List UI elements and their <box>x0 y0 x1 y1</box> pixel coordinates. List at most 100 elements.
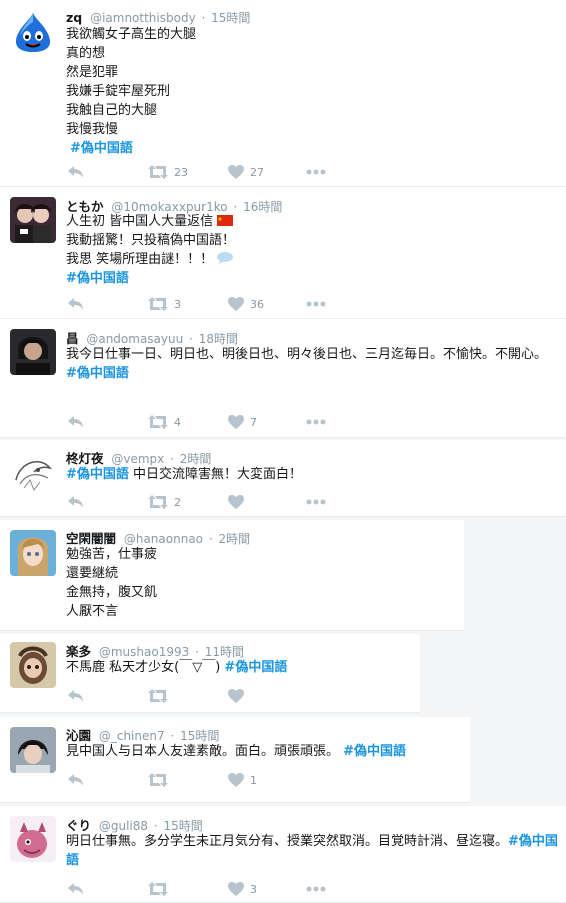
tweet-actions: 23 27 <box>66 162 366 182</box>
retweet-count: 4 <box>174 415 181 429</box>
user-handle[interactable]: @iamnotthisbody <box>90 11 196 25</box>
separator: · <box>189 332 193 346</box>
reply-icon <box>68 883 83 895</box>
user-name[interactable]: 昌 <box>66 331 79 346</box>
like-button[interactable]: 1 <box>228 770 257 790</box>
tweet-card[interactable]: 楽多 @mushao1993 · 11時間 不馬鹿 私天才少女(￣▽￣) #偽中… <box>0 634 420 713</box>
text-line: 不馬鹿 私天才少女(￣▽￣) #偽中国語 <box>66 658 408 677</box>
reply-button[interactable] <box>68 162 84 182</box>
more-button[interactable] <box>306 492 326 512</box>
timestamp[interactable]: 15時間 <box>211 11 250 25</box>
heart-icon <box>228 773 244 787</box>
tweet-actions: 4 7 <box>66 412 366 432</box>
user-handle[interactable]: @guli88 <box>99 819 148 833</box>
text-line: 人生初 皆中国人大量返信 <box>66 212 554 231</box>
retweet-button[interactable]: 3 <box>148 294 181 314</box>
retweet-button[interactable]: 4 <box>148 412 181 432</box>
user-name[interactable]: 沁園 <box>66 728 91 743</box>
text-line: 還要継続 <box>66 566 119 581</box>
tweet-card[interactable]: 昌 @andomasayuu · 18時間 我今日仕事一日、明日也、明後日也、明… <box>0 319 566 438</box>
tweet-card[interactable]: 沁園 @_chinen7 · 15時間 見中国人与日本人友達素敵。面白。頑張頑張… <box>0 717 470 803</box>
retweet-button[interactable]: 2 <box>148 492 181 512</box>
like-button[interactable]: 7 <box>228 412 257 432</box>
heart-icon <box>228 882 244 896</box>
more-button[interactable] <box>306 162 326 182</box>
text-line: 我触自己的大腿 <box>66 103 158 118</box>
hashtag-link[interactable]: #偽中国語 <box>224 660 287 675</box>
separator: · <box>195 645 199 659</box>
reply-button[interactable] <box>68 686 84 706</box>
tweet-card[interactable]: ともか @10mokaxxpur1ko · 16時間 人生初 皆中国人大量返信 … <box>0 187 566 319</box>
text-segment: 我思 笑場所理由謎！！！ <box>66 252 214 267</box>
tweet-feed: zq @iamnotthisbody · 15時間 我欲觸女子高生的大腿 真的想… <box>0 0 566 903</box>
avatar[interactable] <box>10 816 56 862</box>
user-handle[interactable]: @vempx <box>111 452 164 466</box>
retweet-count: 2 <box>174 495 181 509</box>
more-dots-icon <box>306 419 326 425</box>
timestamp[interactable]: 15時間 <box>164 819 203 833</box>
tweet-header: zq @iamnotthisbody · 15時間 <box>66 9 250 26</box>
timestamp[interactable]: 11時間 <box>205 645 244 659</box>
more-button[interactable] <box>306 412 326 432</box>
user-name[interactable]: 空閑闇闇 <box>66 531 116 546</box>
avatar[interactable] <box>10 530 56 576</box>
separator: · <box>170 452 174 466</box>
hashtag-link[interactable]: #偽中国語 <box>66 467 129 482</box>
avatar[interactable] <box>10 329 56 375</box>
hashtag-link[interactable]: #偽中国語 <box>66 139 554 158</box>
user-name[interactable]: 柊灯夜 <box>66 451 104 466</box>
avatar[interactable] <box>10 197 56 243</box>
hashtag-link[interactable]: #偽中国語 <box>343 744 406 759</box>
tweet-card[interactable]: 柊灯夜 @vempx · 2時間 #偽中国語 中日交流障害無！大変面白！ 2 <box>0 440 566 517</box>
user-name[interactable]: 楽多 <box>66 644 91 659</box>
reply-button[interactable] <box>68 770 84 790</box>
retweet-button[interactable] <box>148 879 168 899</box>
heart-icon <box>228 689 244 703</box>
user-handle[interactable]: @andomasayuu <box>86 332 183 346</box>
like-button[interactable] <box>228 686 244 706</box>
reply-button[interactable] <box>68 492 84 512</box>
tweet-text: 勉強苦，仕事疲 還要継続 金無持，腹又飢 人厭不言 <box>66 545 452 621</box>
avatar[interactable] <box>10 727 56 773</box>
like-button[interactable]: 3 <box>228 879 257 899</box>
user-handle[interactable]: @mushao1993 <box>99 645 189 659</box>
reply-button[interactable] <box>68 879 84 899</box>
avatar[interactable] <box>10 450 56 496</box>
reply-button[interactable] <box>68 294 84 314</box>
reply-button[interactable] <box>68 412 84 432</box>
more-dots-icon <box>306 301 326 307</box>
tweet-card[interactable]: 空閑闇闇 @hanaonnao · 2時間 勉強苦，仕事疲 還要継続 金無持，腹… <box>0 520 464 631</box>
user-photo-avatar <box>10 197 56 243</box>
text-line: 我動揺驚！只投稿偽中国語！ <box>66 233 236 248</box>
reply-icon <box>68 496 83 508</box>
like-button[interactable]: 27 <box>228 162 264 182</box>
text-line: 然是犯罪 <box>66 65 119 80</box>
more-button[interactable] <box>306 294 326 314</box>
more-button[interactable] <box>306 879 326 899</box>
timestamp[interactable]: 15時間 <box>180 729 219 743</box>
hashtag-link[interactable]: #偽中国語 <box>66 364 558 383</box>
reply-icon <box>68 298 83 310</box>
like-count: 36 <box>250 297 264 311</box>
hashtag-link[interactable]: #偽中国語 <box>66 269 554 288</box>
like-button[interactable] <box>228 492 244 512</box>
timestamp[interactable]: 2時間 <box>219 532 251 546</box>
timestamp[interactable]: 18時間 <box>199 332 238 346</box>
avatar[interactable] <box>10 10 56 56</box>
like-button[interactable]: 36 <box>228 294 264 314</box>
user-name[interactable]: ぐり <box>66 818 91 833</box>
retweet-button[interactable] <box>148 686 168 706</box>
retweet-button[interactable]: 23 <box>148 162 188 182</box>
like-count: 27 <box>250 165 264 179</box>
timestamp[interactable]: 2時間 <box>180 452 212 466</box>
tweet-actions: 2 <box>66 492 366 512</box>
tweet-card[interactable]: ぐり @guli88 · 15時間 明日仕事無。多分学生未正月気分有、授業突然取… <box>0 806 566 903</box>
user-handle[interactable]: @hanaonnao <box>124 532 203 546</box>
retweet-button[interactable] <box>148 770 168 790</box>
avatar[interactable] <box>10 642 56 688</box>
user-name[interactable]: zq <box>66 10 82 25</box>
text-line: 見中国人与日本人友達素敵。面白。頑張頑張。 #偽中国語 <box>66 742 458 761</box>
user-handle[interactable]: @_chinen7 <box>99 729 165 743</box>
retweet-count: 3 <box>174 297 181 311</box>
tweet-card[interactable]: zq @iamnotthisbody · 15時間 我欲觸女子高生的大腿 真的想… <box>0 0 566 187</box>
